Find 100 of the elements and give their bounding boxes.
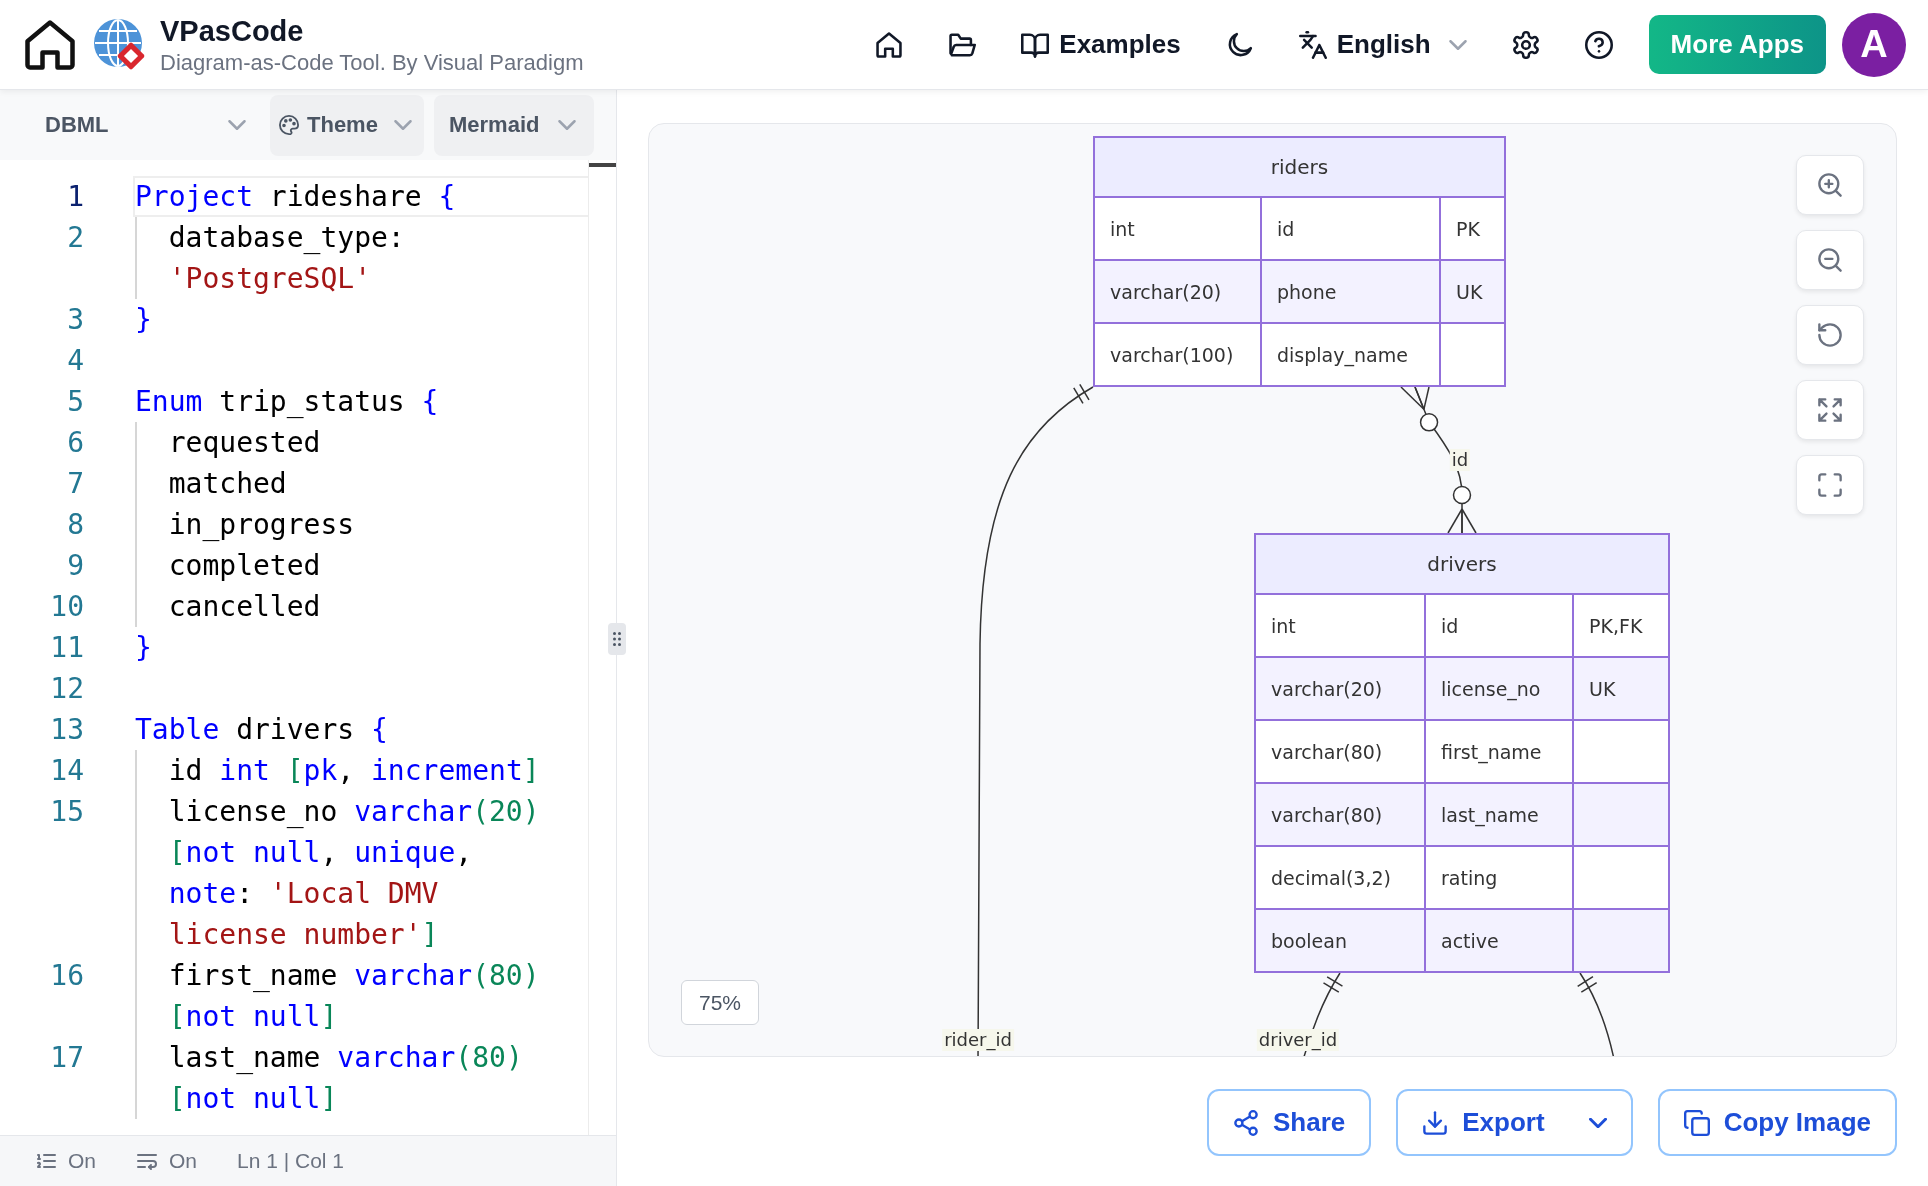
- line-number: 11: [49, 630, 85, 666]
- zoom-out-button[interactable]: [1796, 230, 1864, 290]
- home-button[interactable]: [25, 19, 75, 70]
- code-line: 'PostgreSQL': [168, 261, 371, 297]
- user-avatar[interactable]: A: [1842, 12, 1906, 77]
- settings-icon: [1511, 30, 1540, 59]
- share-button[interactable]: Share: [1207, 1089, 1372, 1156]
- chevron-down-icon: [1588, 1117, 1607, 1128]
- code-line: matched: [168, 466, 287, 502]
- relationship-label: id: [1449, 449, 1471, 471]
- fullscreen-icon: [1817, 472, 1843, 498]
- code-line: id int [pk, increment]: [168, 753, 540, 789]
- table-cell: int: [1095, 198, 1260, 259]
- code-line: database_type:: [168, 220, 405, 256]
- code-line: Project rideshare {: [135, 179, 456, 215]
- share-icon: [1233, 1109, 1259, 1136]
- table-cell: int: [1256, 595, 1424, 656]
- code-line: Enum trip_status {: [135, 384, 439, 420]
- table-cell: last_name: [1426, 784, 1572, 845]
- line-number: 15: [49, 794, 85, 830]
- table-cell: UK: [1441, 261, 1504, 322]
- line-number: 5: [66, 384, 85, 420]
- table-cell: decimal(3,2): [1256, 847, 1424, 908]
- code-line: cancelled: [168, 589, 321, 625]
- table-cell: UK: [1574, 658, 1668, 719]
- chevron-down-icon: [394, 120, 412, 130]
- table-cell: varchar(20): [1095, 261, 1260, 322]
- palette-icon: [279, 115, 299, 135]
- app-title: VPasCode: [160, 13, 305, 48]
- fit-to-screen-button[interactable]: [1796, 380, 1864, 440]
- code-line: license_no varchar(20): [168, 794, 540, 830]
- overview-ruler-marker: [589, 163, 616, 167]
- home-icon: [25, 19, 75, 70]
- fullscreen-button[interactable]: [1796, 455, 1864, 515]
- syntax-dropdown[interactable]: DBML: [27, 94, 260, 156]
- cursor-position: Ln 1 | Col 1: [237, 1149, 345, 1173]
- zoom-in-icon: [1817, 172, 1843, 198]
- help-icon: [1584, 30, 1613, 59]
- line-number: 17: [49, 1040, 85, 1076]
- app-subtitle: Diagram-as-Code Tool. By Visual Paradigm: [160, 49, 584, 76]
- chevron-down-icon: [228, 120, 246, 130]
- examples-link[interactable]: Examples: [1021, 22, 1181, 67]
- code-line: Table drivers {: [135, 712, 388, 748]
- line-number: 6: [66, 425, 85, 461]
- relationship-label: rider_id: [942, 1029, 1014, 1051]
- theme-dropdown[interactable]: Theme: [270, 94, 424, 156]
- help-button[interactable]: [1584, 30, 1613, 59]
- table-cell: phone: [1262, 261, 1439, 322]
- home-icon: [875, 30, 904, 59]
- language-dropdown[interactable]: English: [1298, 22, 1467, 67]
- code-line: note: 'Local DMV: [168, 876, 439, 912]
- line-numbers-toggle[interactable]: On: [35, 1149, 96, 1173]
- table-cell: id: [1426, 595, 1572, 656]
- table-cell: PK,FK: [1574, 595, 1668, 656]
- line-number: 14: [49, 753, 85, 789]
- code-line: completed: [168, 548, 321, 584]
- line-number: 4: [66, 343, 85, 379]
- copy-icon: [1683, 1109, 1710, 1136]
- table-cell: boolean: [1256, 910, 1424, 971]
- table-cell: active: [1426, 910, 1572, 971]
- home-button[interactable]: [875, 30, 904, 59]
- code-line: requested: [168, 425, 321, 461]
- download-icon: [1422, 1109, 1449, 1136]
- code-line: [not null]: [168, 1081, 338, 1117]
- table-cell: first_name: [1426, 721, 1572, 782]
- line-number: 16: [49, 958, 85, 994]
- code-line: in_progress: [168, 507, 355, 543]
- code-line: last_name varchar(80): [168, 1040, 523, 1076]
- code-line: }: [135, 302, 152, 338]
- line-number: 1: [66, 179, 85, 215]
- chevron-down-icon: [1448, 39, 1467, 50]
- table-cell: varchar(80): [1256, 721, 1424, 782]
- translate-icon: [1298, 30, 1327, 59]
- zoom-level: 75%: [681, 980, 759, 1025]
- copy-image-button[interactable]: Copy Image: [1657, 1089, 1897, 1156]
- table-cell: id: [1262, 198, 1439, 259]
- resize-handle[interactable]: [608, 623, 626, 655]
- table-cell: license_no: [1426, 658, 1572, 719]
- word-wrap-toggle[interactable]: On: [136, 1149, 198, 1173]
- table-cell: varchar(100): [1095, 324, 1260, 385]
- line-number: 8: [66, 507, 85, 543]
- table-cell: PK: [1441, 198, 1504, 259]
- table-cell: varchar(80): [1256, 784, 1424, 845]
- table-cell: [1441, 324, 1504, 385]
- code-line: first_name varchar(80): [168, 958, 540, 994]
- code-line: [not null, unique,: [168, 835, 473, 871]
- zoom-in-button[interactable]: [1796, 155, 1864, 215]
- counterclockwise-arrow-icon: [1817, 322, 1843, 348]
- renderer-dropdown[interactable]: Mermaid: [434, 94, 594, 156]
- grip-dots-icon: [613, 632, 621, 646]
- export-button[interactable]: Export: [1396, 1089, 1633, 1156]
- line-number: 2: [66, 220, 85, 256]
- table-cell: rating: [1426, 847, 1572, 908]
- code-line: }: [135, 630, 152, 666]
- table-cell: display_name: [1262, 324, 1439, 385]
- settings-button[interactable]: [1511, 30, 1540, 59]
- line-number: 9: [66, 548, 85, 584]
- reset-view-button[interactable]: [1796, 305, 1864, 365]
- line-number: 12: [49, 671, 85, 707]
- code-line: license number']: [168, 917, 439, 953]
